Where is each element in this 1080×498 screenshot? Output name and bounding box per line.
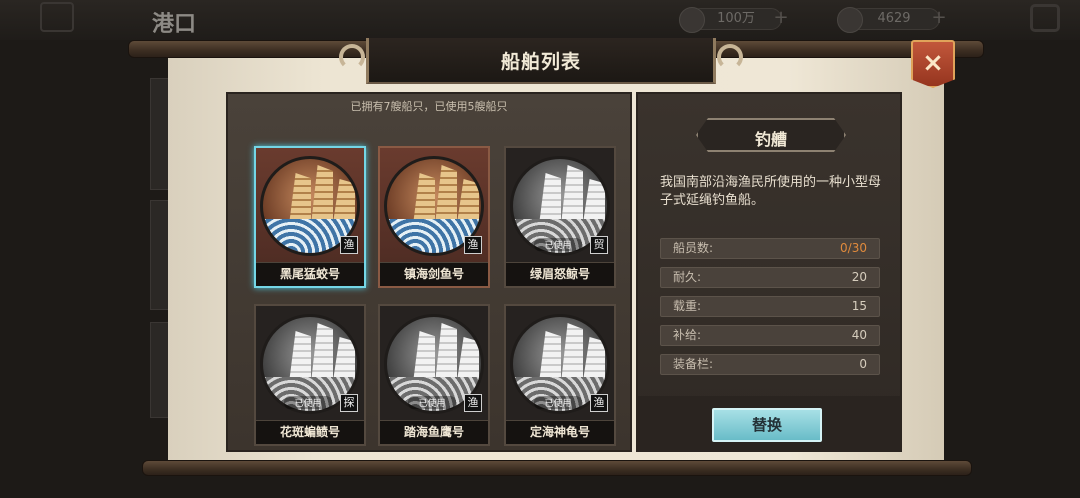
ship-card[interactable]: 渔黑尾猛蛟号 xyxy=(254,146,366,288)
ship-type-badge: 贸 xyxy=(590,236,608,254)
sail-icon xyxy=(333,179,355,223)
cloud-ornament-icon xyxy=(339,44,365,70)
ship-type-badge: 渔 xyxy=(464,394,482,412)
sail-icon xyxy=(583,337,605,381)
ship-description: 我国南部沿海渔民所使用的一种小型母子式延绳钓鱼船。 xyxy=(660,175,882,208)
scroll-rod-bottom xyxy=(142,460,972,476)
ship-card[interactable]: 已使用探花斑蝙鲼号 xyxy=(254,304,366,446)
ship-type-badge: 渔 xyxy=(590,394,608,412)
sail-icon xyxy=(457,337,479,381)
sail-icon xyxy=(561,165,583,225)
sail-icon xyxy=(413,331,435,383)
stat-supply: 补给: 40 xyxy=(660,325,880,346)
ship-info-panel: 钓艚 我国南部沿海渔民所使用的一种小型母子式延绳钓鱼船。 船员数: 0/30 耐… xyxy=(636,92,902,452)
page-title: 港口 xyxy=(152,12,197,37)
sail-icon xyxy=(311,323,333,383)
add-gold-button[interactable]: + xyxy=(929,9,949,29)
ship-name: 镇海剑鱼号 xyxy=(380,262,488,286)
ship-name: 黑尾猛蛟号 xyxy=(256,262,364,286)
gold-resource: 4629 + xyxy=(837,7,947,33)
stat-equipment-slots: 装备栏: 0 xyxy=(660,354,880,375)
ship-card[interactable]: 渔镇海剑鱼号 xyxy=(378,146,490,288)
gold-ingot-icon xyxy=(837,7,863,33)
ship-name: 绿眉怒鲸号 xyxy=(506,262,614,286)
replace-button[interactable]: 替换 xyxy=(712,408,822,442)
sail-icon xyxy=(413,173,435,225)
ship-card[interactable]: 已使用贸绿眉怒鲸号 xyxy=(504,146,616,288)
ship-name: 花斑蝙鲼号 xyxy=(256,420,364,444)
ship-card[interactable]: 已使用渔踏海鱼鹰号 xyxy=(378,304,490,446)
exit-icon[interactable] xyxy=(1030,4,1060,32)
sail-icon xyxy=(561,323,583,383)
dialog-title: 船舶列表 xyxy=(500,51,581,73)
owned-summary: 已拥有7艘船只，已使用5艘船只 xyxy=(350,100,508,113)
stat-crew: 船员数: 0/30 xyxy=(660,238,880,259)
used-tag: 已使用 xyxy=(534,396,582,409)
dialog-banner: 船舶列表 xyxy=(339,38,743,84)
coin-icon xyxy=(679,7,705,33)
sail-icon xyxy=(539,173,561,225)
ship-list-panel: 已拥有7艘船只，已使用5艘船只 渔黑尾猛蛟号渔镇海剑鱼号 已使用贸绿眉怒鲸号 已使用… xyxy=(226,92,632,452)
add-silver-button[interactable]: + xyxy=(771,9,791,29)
sail-icon xyxy=(333,337,355,381)
sail-icon xyxy=(435,323,457,383)
ship-name: 踏海鱼鹰号 xyxy=(380,420,488,444)
used-tag: 已使用 xyxy=(284,396,332,409)
silver-resource: 100万 + xyxy=(679,7,789,33)
ship-type-badge: 探 xyxy=(340,394,358,412)
sail-icon xyxy=(539,331,561,383)
sail-icon xyxy=(435,165,457,225)
ship-type-title: 钓艚 xyxy=(696,118,846,152)
ship-name: 定海神龟号 xyxy=(506,420,614,444)
sail-icon xyxy=(457,179,479,223)
back-icon[interactable] xyxy=(40,2,74,32)
sail-icon xyxy=(289,331,311,383)
sail-icon xyxy=(311,165,333,225)
close-icon: × xyxy=(922,48,944,78)
used-tag: 已使用 xyxy=(534,238,582,251)
ship-type-badge: 渔 xyxy=(340,236,358,254)
stat-durability: 耐久: 20 xyxy=(660,267,880,288)
sail-icon xyxy=(289,173,311,225)
sail-icon xyxy=(583,179,605,223)
ship-card[interactable]: 已使用渔定海神龟号 xyxy=(504,304,616,446)
ship-type-badge: 渔 xyxy=(464,236,482,254)
used-tag: 已使用 xyxy=(408,396,456,409)
stat-capacity: 载重: 15 xyxy=(660,296,880,317)
cloud-ornament-icon xyxy=(717,44,743,70)
close-button[interactable]: × xyxy=(911,40,955,88)
